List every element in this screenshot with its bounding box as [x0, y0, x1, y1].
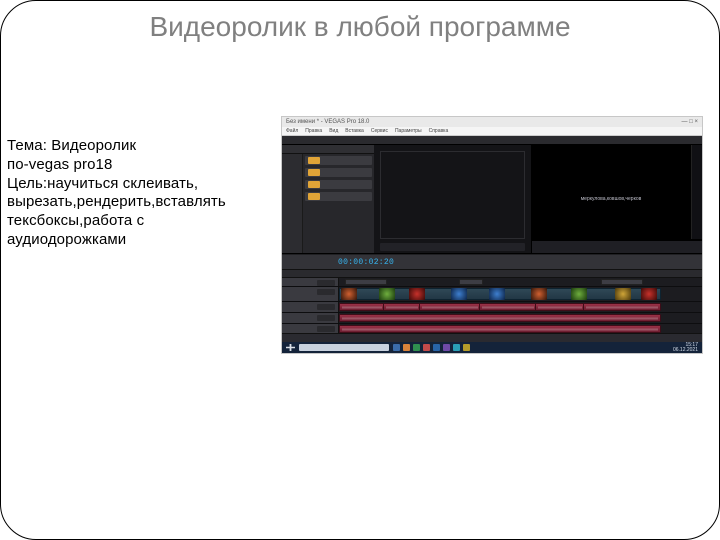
embedded-screenshot: Без имени * - VEGAS Pro 18.0 — □ × Файл … — [282, 117, 702, 353]
track-audio — [282, 313, 702, 324]
taskbar-app-icon — [453, 344, 460, 351]
track-header — [282, 287, 339, 301]
track-text — [282, 278, 702, 287]
text-clip — [601, 279, 643, 285]
audio-clip — [383, 303, 421, 311]
window-titlebar: Без имени * - VEGAS Pro 18.0 — □ × — [282, 117, 702, 127]
media-item — [305, 180, 372, 189]
track-body — [339, 313, 702, 323]
menu-item: Вид — [329, 128, 338, 134]
audio-clip — [339, 325, 661, 333]
body-line: вырезать,рендерить,вставлять — [7, 193, 262, 212]
menu-item: Правка — [305, 128, 322, 134]
media-items — [303, 154, 374, 253]
slide-body-text: Тема: Видеоролик по-vegas pro18 Цель:нау… — [7, 137, 262, 250]
track-body — [339, 287, 702, 301]
track-header — [282, 278, 339, 286]
clip-thumbnail-icon — [489, 288, 505, 300]
clip-thumbnail-icon — [341, 288, 357, 300]
clip-thumbnail-icon — [531, 288, 547, 300]
windows-taskbar: 15:17 06.12.2021 — [282, 342, 702, 353]
track-body — [339, 278, 702, 286]
audio-meter — [691, 145, 702, 239]
taskbar-pinned-icons — [393, 344, 470, 351]
text-clip — [459, 279, 483, 285]
media-pool — [282, 145, 374, 253]
window-controls-icon: — □ × — [682, 119, 698, 125]
clip-thumbnail-icon — [615, 288, 631, 300]
start-icon — [286, 344, 295, 351]
track-body — [339, 302, 702, 312]
editor-statusbar — [282, 333, 702, 342]
track-header — [282, 302, 339, 312]
taskbar-app-icon — [463, 344, 470, 351]
slide-frame: Видеоролик в любой программе Тема: Видео… — [0, 0, 720, 540]
track-audio — [282, 302, 702, 313]
folder-tree — [282, 154, 303, 253]
track-header — [282, 313, 339, 323]
audio-clip — [339, 314, 661, 322]
taskbar-app-icon — [403, 344, 410, 351]
window-title: Без имени * - VEGAS Pro 18.0 — [286, 119, 369, 125]
menu-item: Вставка — [345, 128, 364, 134]
media-item — [305, 168, 372, 177]
body-line: по-vegas pro18 — [7, 156, 262, 175]
clip-thumbnail-icon — [641, 288, 657, 300]
menu-item: Параметры — [395, 128, 422, 134]
transport-bar: 00:00:02:20 — [282, 254, 702, 270]
taskbar-clock: 15:17 06.12.2021 — [673, 343, 698, 353]
toolbar — [282, 136, 702, 145]
audio-clip — [339, 303, 385, 311]
timecode-display: 00:00:02:20 — [338, 258, 394, 267]
audio-clip — [535, 303, 585, 311]
taskbar-app-icon — [393, 344, 400, 351]
media-item — [305, 156, 372, 165]
audio-clip — [479, 303, 537, 311]
clip-thumbnail-icon — [409, 288, 425, 300]
menu-item: Файл — [286, 128, 298, 134]
clip-thumbnail-icon — [379, 288, 395, 300]
preview-text-overlay: меркулова,ковшов,черков — [532, 196, 690, 202]
timeline-ruler — [282, 270, 702, 278]
slide-title: Видеоролик в любой программе — [1, 11, 719, 43]
menu-item: Сервис — [371, 128, 388, 134]
audio-clip — [419, 303, 481, 311]
taskbar-app-icon — [423, 344, 430, 351]
audio-clip — [583, 303, 661, 311]
body-line: тексбоксы,работа с — [7, 212, 262, 231]
taskbar-app-icon — [433, 344, 440, 351]
menubar: Файл Правка Вид Вставка Сервис Параметры… — [282, 127, 702, 136]
taskbar-search — [299, 344, 389, 351]
media-pool-tabs — [282, 145, 374, 154]
text-clip — [345, 279, 387, 285]
track-video — [282, 287, 702, 302]
clip-thumbnail-icon — [571, 288, 587, 300]
timeline-tracks — [282, 278, 702, 335]
preview-controls — [532, 241, 702, 253]
trimmer-controls — [380, 243, 525, 251]
clip-thumbnail-icon — [451, 288, 467, 300]
body-line: Цель:научиться склеивать, — [7, 175, 262, 194]
trimmer-preview — [374, 145, 531, 253]
media-item — [305, 192, 372, 201]
menu-item: Справка — [429, 128, 449, 134]
body-line: аудиодорожками — [7, 231, 262, 250]
body-line: Тема: Видеоролик — [7, 137, 262, 156]
upper-panels: меркулова,ковшов,черков — [282, 145, 702, 254]
taskbar-app-icon — [443, 344, 450, 351]
video-preview: меркулова,ковшов,черков — [531, 145, 702, 253]
taskbar-app-icon — [413, 344, 420, 351]
